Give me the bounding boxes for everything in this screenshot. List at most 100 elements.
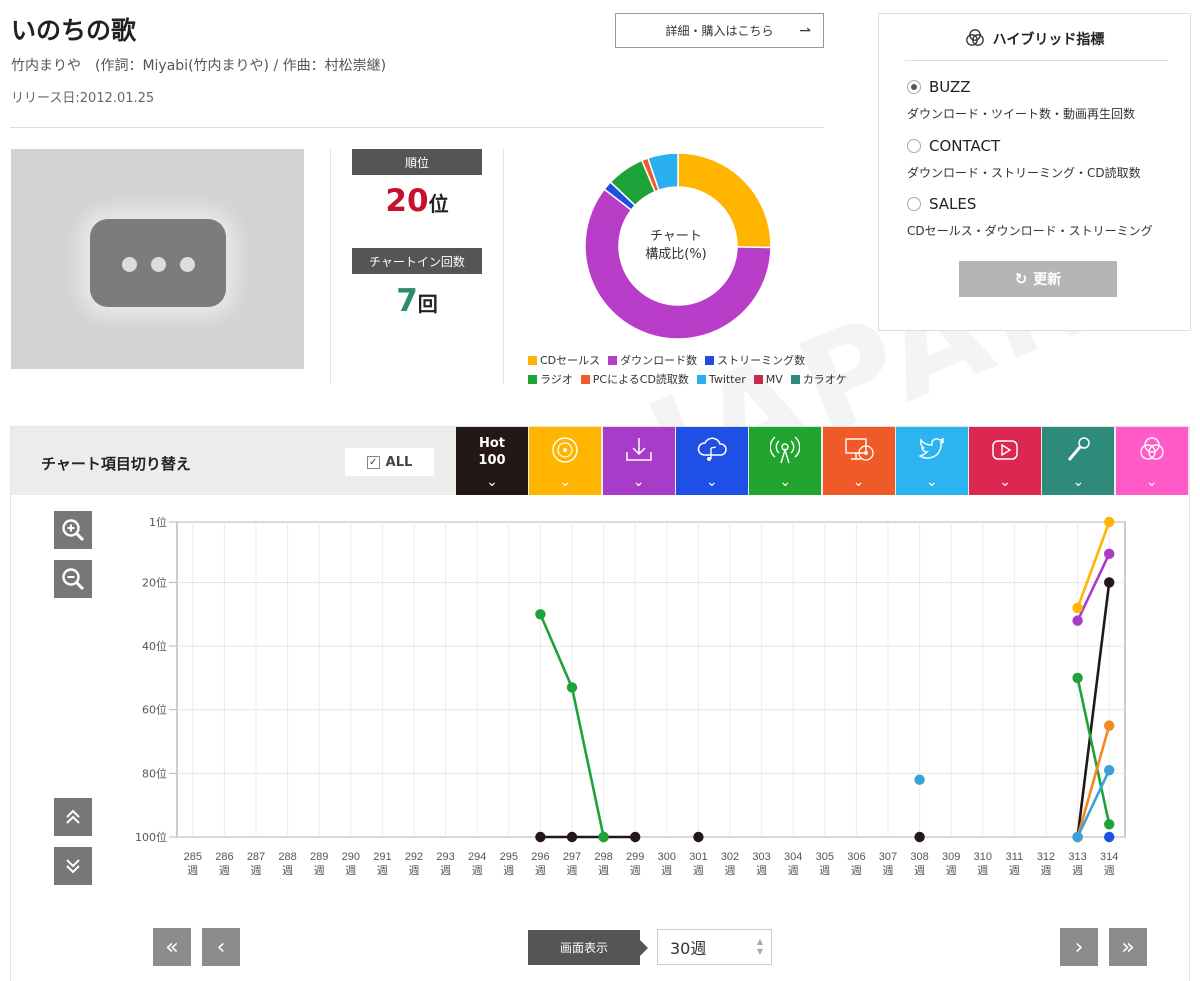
radio-sales[interactable]: SALES [907,195,976,213]
data-point-4[interactable] [535,609,546,620]
x-tick-label: 308 [910,851,928,863]
dot-icon [122,257,137,272]
display-weeks-select[interactable]: 30週 ▲ ▼ [657,929,772,965]
legend-swatch [753,374,763,384]
page-title: いのちの歌 [11,16,137,45]
data-point-0[interactable] [535,831,546,843]
category-tab-pc-cd-read[interactable]: ⌄ [822,427,895,495]
hybrid-icon [965,29,984,46]
data-point-4[interactable] [566,682,578,693]
category-tab-radio[interactable]: ⌄ [749,427,822,495]
data-point-0[interactable] [566,831,578,843]
x-tick-unit: 週 [693,864,704,877]
category-tab-twitter[interactable]: ⌄ [895,427,968,495]
radio-contact[interactable]: CONTACT [907,137,1000,155]
divider [10,127,824,128]
detail-purchase-button[interactable]: 詳細・購入はこちら ⇀ [615,13,824,48]
chevron-down-icon: ⌄ [486,474,498,490]
rank-history-chart: 285週286週287週288週289週290週291週292週293週294週… [135,515,1126,877]
y-tick-label: 20位 [142,575,167,589]
x-tick-label: 310 [974,851,992,863]
divider [330,149,331,384]
y-tick-label: 1位 [149,515,167,529]
x-tick-unit: 週 [756,864,767,877]
data-point-0[interactable] [693,831,704,843]
detail-purchase-label: 詳細・購入はこちら [665,24,774,38]
data-point-2[interactable] [1104,548,1115,560]
scroll-down-button[interactable] [54,847,92,885]
data-point-0[interactable] [630,831,641,843]
all-label: ALL [385,454,413,470]
divider [905,60,1168,61]
x-tick-unit: 週 [377,864,388,877]
category-tab-cd-sales[interactable]: ⌄ [529,427,602,495]
data-point-3[interactable] [1104,831,1115,843]
x-tick-unit: 週 [314,864,325,877]
data-point-6[interactable] [1104,764,1115,776]
x-tick-unit: 週 [946,864,957,877]
category-tab-mv[interactable]: ⌄ [969,427,1042,495]
display-weeks-value: 30週 [670,939,707,958]
display-label: 画面表示 [528,930,648,965]
legend-swatch [705,355,715,365]
x-tick-unit: 週 [1009,864,1020,877]
next-page-button[interactable]: › [1060,928,1098,966]
legend-item: CDセールス [528,352,600,368]
last-page-button[interactable]: » [1109,928,1147,966]
category-tab-download[interactable]: ⌄ [602,427,675,495]
category-tab-hybrid[interactable]: ⌄ [1115,427,1188,495]
chartin-number: 7 [396,283,418,319]
hybrid-icon [1139,437,1164,460]
data-point-0[interactable] [1104,577,1115,588]
data-point-6[interactable] [914,774,925,785]
x-tick-label: 291 [373,851,391,863]
zoom-in-button[interactable] [54,511,92,549]
x-tick-unit: 週 [535,864,546,877]
x-tick-label: 287 [247,851,265,863]
radio-icon [907,80,921,94]
category-tab-streaming[interactable]: ⌄ [675,427,748,495]
chevron-down-icon: ⌄ [1072,474,1085,490]
donut-label-line2: 構成比(%) [645,247,707,262]
x-tick-label: 306 [847,851,865,863]
zoom-out-icon [62,568,85,591]
legend-item: Twitter [696,371,746,387]
x-tick-label: 294 [468,851,486,863]
x-tick-label: 302 [721,851,739,863]
data-point-1[interactable] [1104,516,1115,528]
chevron-down-icon: ⌄ [852,474,865,490]
zoom-out-button[interactable] [54,560,92,598]
x-tick-unit: 週 [977,864,988,877]
radio-buzz[interactable]: BUZZ [907,78,971,96]
data-point-4[interactable] [1104,819,1115,830]
data-point-1[interactable] [1072,602,1083,614]
data-point-4[interactable] [598,831,609,843]
data-point-0[interactable] [914,831,925,843]
double-chevron-up-icon [66,809,80,824]
video-placeholder-icon [90,219,226,307]
scroll-up-button[interactable] [54,798,92,836]
refresh-button[interactable]: ↻ 更新 [959,261,1117,297]
data-point-4[interactable] [1072,672,1083,684]
donut-label-line1: チャート [650,229,702,244]
hot100-label: 100 [478,453,506,468]
category-tab-hot100[interactable]: Hot 100 ⌄ [456,427,528,495]
legend-swatch [528,374,537,384]
x-tick-unit: 週 [472,864,483,877]
first-page-button[interactable]: « [153,928,191,966]
data-point-2[interactable] [1072,615,1083,626]
x-tick-label: 299 [626,851,644,863]
chartin-value: 7回 [352,283,482,319]
x-tick-label: 312 [1037,851,1055,863]
x-tick-label: 297 [563,851,581,863]
select-arrows-icon: ▲ ▼ [756,937,763,956]
category-tab-karaoke[interactable]: ⌄ [1042,427,1115,495]
video-thumbnail[interactable] [11,149,304,369]
x-tick-unit: 週 [725,864,736,877]
x-tick-unit: 週 [788,864,799,877]
data-point-5[interactable] [1104,720,1115,731]
radio-label: BUZZ [929,78,971,96]
all-checkbox[interactable]: ✓ ALL [345,448,434,476]
data-point-6[interactable] [1072,831,1083,843]
prev-page-button[interactable]: ‹ [202,928,240,966]
